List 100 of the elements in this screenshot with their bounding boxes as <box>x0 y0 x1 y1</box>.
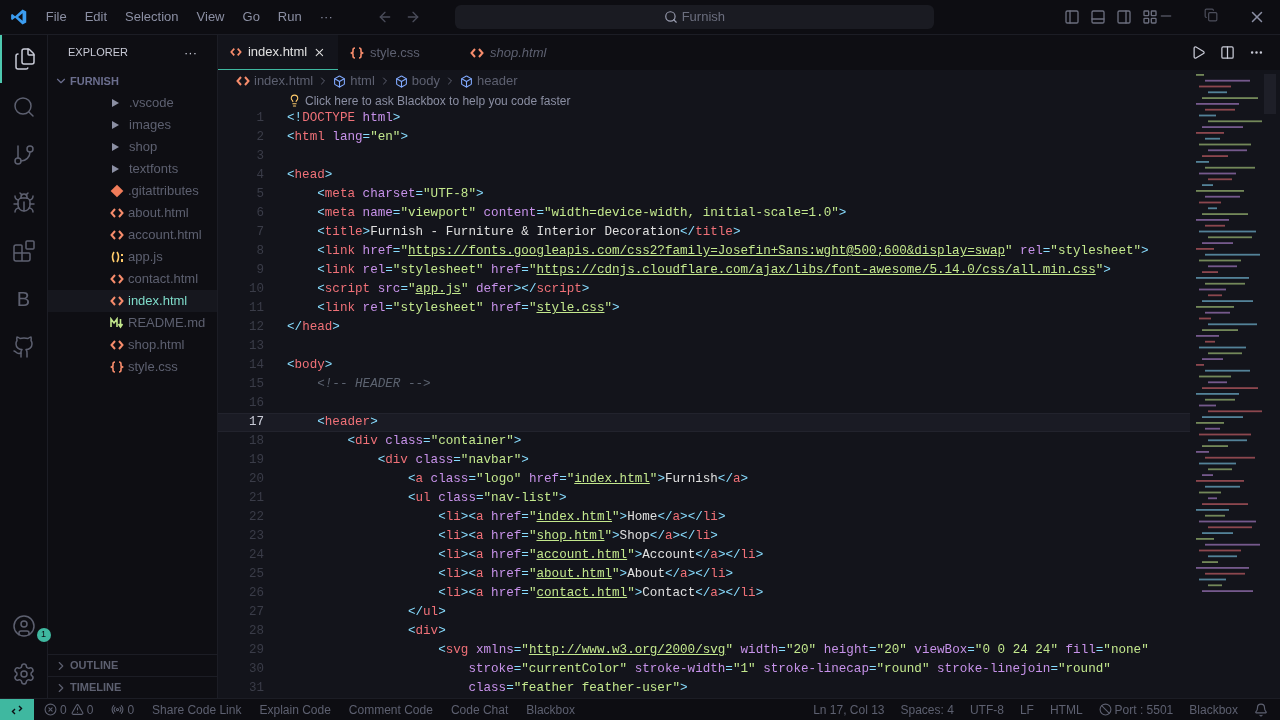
explorer-entry[interactable]: index.html <box>48 290 217 312</box>
explorer-entry[interactable]: account.html <box>48 224 217 246</box>
code-brackets-icon <box>110 273 124 285</box>
code-line: <!DOCTYPE html> <box>287 110 401 128</box>
status-item[interactable]: 0 <box>44 700 67 719</box>
menu-item[interactable]: Go <box>234 7 268 27</box>
explorer-entry[interactable]: style.css <box>48 356 217 378</box>
folder-item[interactable]: textfonts <box>48 158 217 180</box>
folder-header[interactable]: FURNISH <box>48 70 217 92</box>
breadcrumb-item[interactable]: index.html <box>236 71 314 91</box>
panel-right-icon[interactable] <box>1116 9 1132 25</box>
menu-item[interactable]: View <box>188 7 233 27</box>
restore-icon[interactable] <box>1204 8 1218 22</box>
status-item[interactable]: Spaces: 4 <box>900 700 954 719</box>
status-item[interactable]: 0 <box>70 700 94 719</box>
status-item[interactable]: HTML <box>1049 700 1083 719</box>
breadcrumb-item[interactable]: header <box>460 71 518 91</box>
code-line: <meta charset="UTF-8"> <box>316 186 484 204</box>
code-line: </head> <box>287 319 340 337</box>
explorer-entry[interactable]: about.html <box>48 202 217 224</box>
code-line: <ul class="nav-list"> <box>406 490 567 508</box>
status-item[interactable]: UTF-8 <box>969 700 1004 719</box>
breadcrumb-item[interactable]: html <box>333 71 375 91</box>
menu-item[interactable]: Run <box>269 7 310 27</box>
code-brackets-icon <box>230 46 242 58</box>
menu-item[interactable]: File <box>37 7 75 27</box>
code-line: <div class="navbar"> <box>376 452 529 470</box>
folder-item[interactable]: .vscode <box>48 92 217 114</box>
code-line: <header> <box>316 414 378 432</box>
code-line: <link rel="stylesheet" href="style.css"> <box>316 300 620 318</box>
markdown-icon <box>110 317 124 329</box>
folder-item[interactable]: shop <box>48 136 217 158</box>
layout-icon[interactable] <box>1142 9 1158 25</box>
remote-button[interactable] <box>0 699 34 720</box>
code-line: <li><a href="index.html">Home</a></li> <box>437 509 726 527</box>
notifications-icon[interactable] <box>1254 702 1268 717</box>
menu-item[interactable]: Edit <box>76 7 116 27</box>
editor-tab[interactable]: shop.html <box>458 35 578 70</box>
git-diamond-icon <box>110 184 124 198</box>
code-line: </ul> <box>406 604 446 622</box>
lightbulb-icon <box>288 94 301 107</box>
status-item[interactable]: Share Code Link <box>152 700 242 719</box>
cube-icon <box>333 74 347 88</box>
code-line: <meta name="viewport" content="width=device-width, initial-scale=1.0"> <box>316 205 847 223</box>
status-item[interactable]: Blackbox <box>526 700 575 719</box>
code-line: <li><a href="contact.html">Contact</a></li> <box>437 585 764 603</box>
status-item[interactable]: Blackbox <box>1189 700 1238 719</box>
section-header[interactable]: OUTLINE <box>48 654 217 676</box>
menu-item[interactable]: ··· <box>311 7 341 27</box>
status-item[interactable]: Comment Code <box>348 700 433 719</box>
status-item[interactable]: Code Chat <box>450 700 509 719</box>
app-logo-icon[interactable] <box>10 8 28 26</box>
explorer-entry[interactable]: .gitattributes <box>48 180 217 202</box>
run-icon[interactable] <box>1191 45 1206 60</box>
extensions-icon[interactable] <box>11 239 36 263</box>
status-item[interactable]: Ln 17, Col 13 <box>813 700 885 719</box>
explorer-entry[interactable]: contact.html <box>48 268 217 290</box>
editor-tab[interactable]: index.html <box>218 35 338 70</box>
status-item[interactable]: Port : 5501 <box>1098 700 1174 719</box>
code-line: <li><a href="shop.html">Shop</a></li> <box>437 528 718 546</box>
parentheses-icon <box>110 251 124 263</box>
panel-bottom-icon[interactable] <box>1090 9 1106 25</box>
status-item[interactable]: 0 <box>111 700 135 719</box>
panel-left-icon[interactable] <box>1064 9 1080 25</box>
more-actions-button[interactable]: ··· <box>184 42 197 63</box>
files-icon[interactable] <box>12 47 37 71</box>
blackbox-hint-link[interactable]: Click here to ask Blackbox to help you code faster <box>305 91 571 110</box>
explorer-entry[interactable]: app.js <box>48 246 217 268</box>
code-line: <li><a href="about.html">About</a></li> <box>437 566 733 584</box>
explorer-entry[interactable]: README.md <box>48 312 217 334</box>
search-icon[interactable] <box>11 95 36 119</box>
code-line: <body> <box>287 357 333 375</box>
breadcrumb-item[interactable]: body <box>394 71 440 91</box>
code-line: <title>Furnish - Furniture & Interior Decoration</title> <box>316 224 741 242</box>
settings-icon[interactable] <box>11 662 36 686</box>
no-entry-icon <box>1098 703 1112 716</box>
code-brackets-icon <box>110 229 124 241</box>
code-line: <!-- HEADER --> <box>316 376 431 394</box>
folder-item[interactable]: images <box>48 114 217 136</box>
cube-icon <box>394 74 408 88</box>
cube-icon <box>460 74 473 88</box>
run-debug-icon[interactable] <box>11 191 36 215</box>
explorer-entry[interactable]: shop.html <box>48 334 217 356</box>
code-line: <html lang="en"> <box>287 129 408 147</box>
braces-icon <box>110 361 124 373</box>
command-center[interactable]: Furnish <box>454 5 934 29</box>
code-line: <li><a href="account.html">Account</a></li> <box>437 547 764 565</box>
code-line: <head> <box>287 167 333 185</box>
code-brackets-icon <box>470 46 484 59</box>
status-item[interactable]: LF <box>1019 700 1034 719</box>
github-icon[interactable] <box>11 335 36 359</box>
code-line: stroke="currentColor" stroke-width="1" stroke-linecap="round" stroke-linejoin="round" <box>467 661 1111 679</box>
split-editor-icon[interactable] <box>1220 45 1235 60</box>
editor-tab[interactable]: style.css <box>338 35 458 70</box>
status-item[interactable]: Explain Code <box>259 700 331 719</box>
extension-letter-icon[interactable]: B <box>16 284 31 314</box>
menu-item[interactable]: Selection <box>117 7 187 27</box>
code-line: <link href="https://fonts.googleapis.com/css2?family=Josefin+Sans:wght@500;600&display=swap" rel="stylesheet"> <box>316 243 1149 261</box>
source-control-icon[interactable] <box>11 143 36 167</box>
account-icon[interactable] <box>11 614 36 638</box>
